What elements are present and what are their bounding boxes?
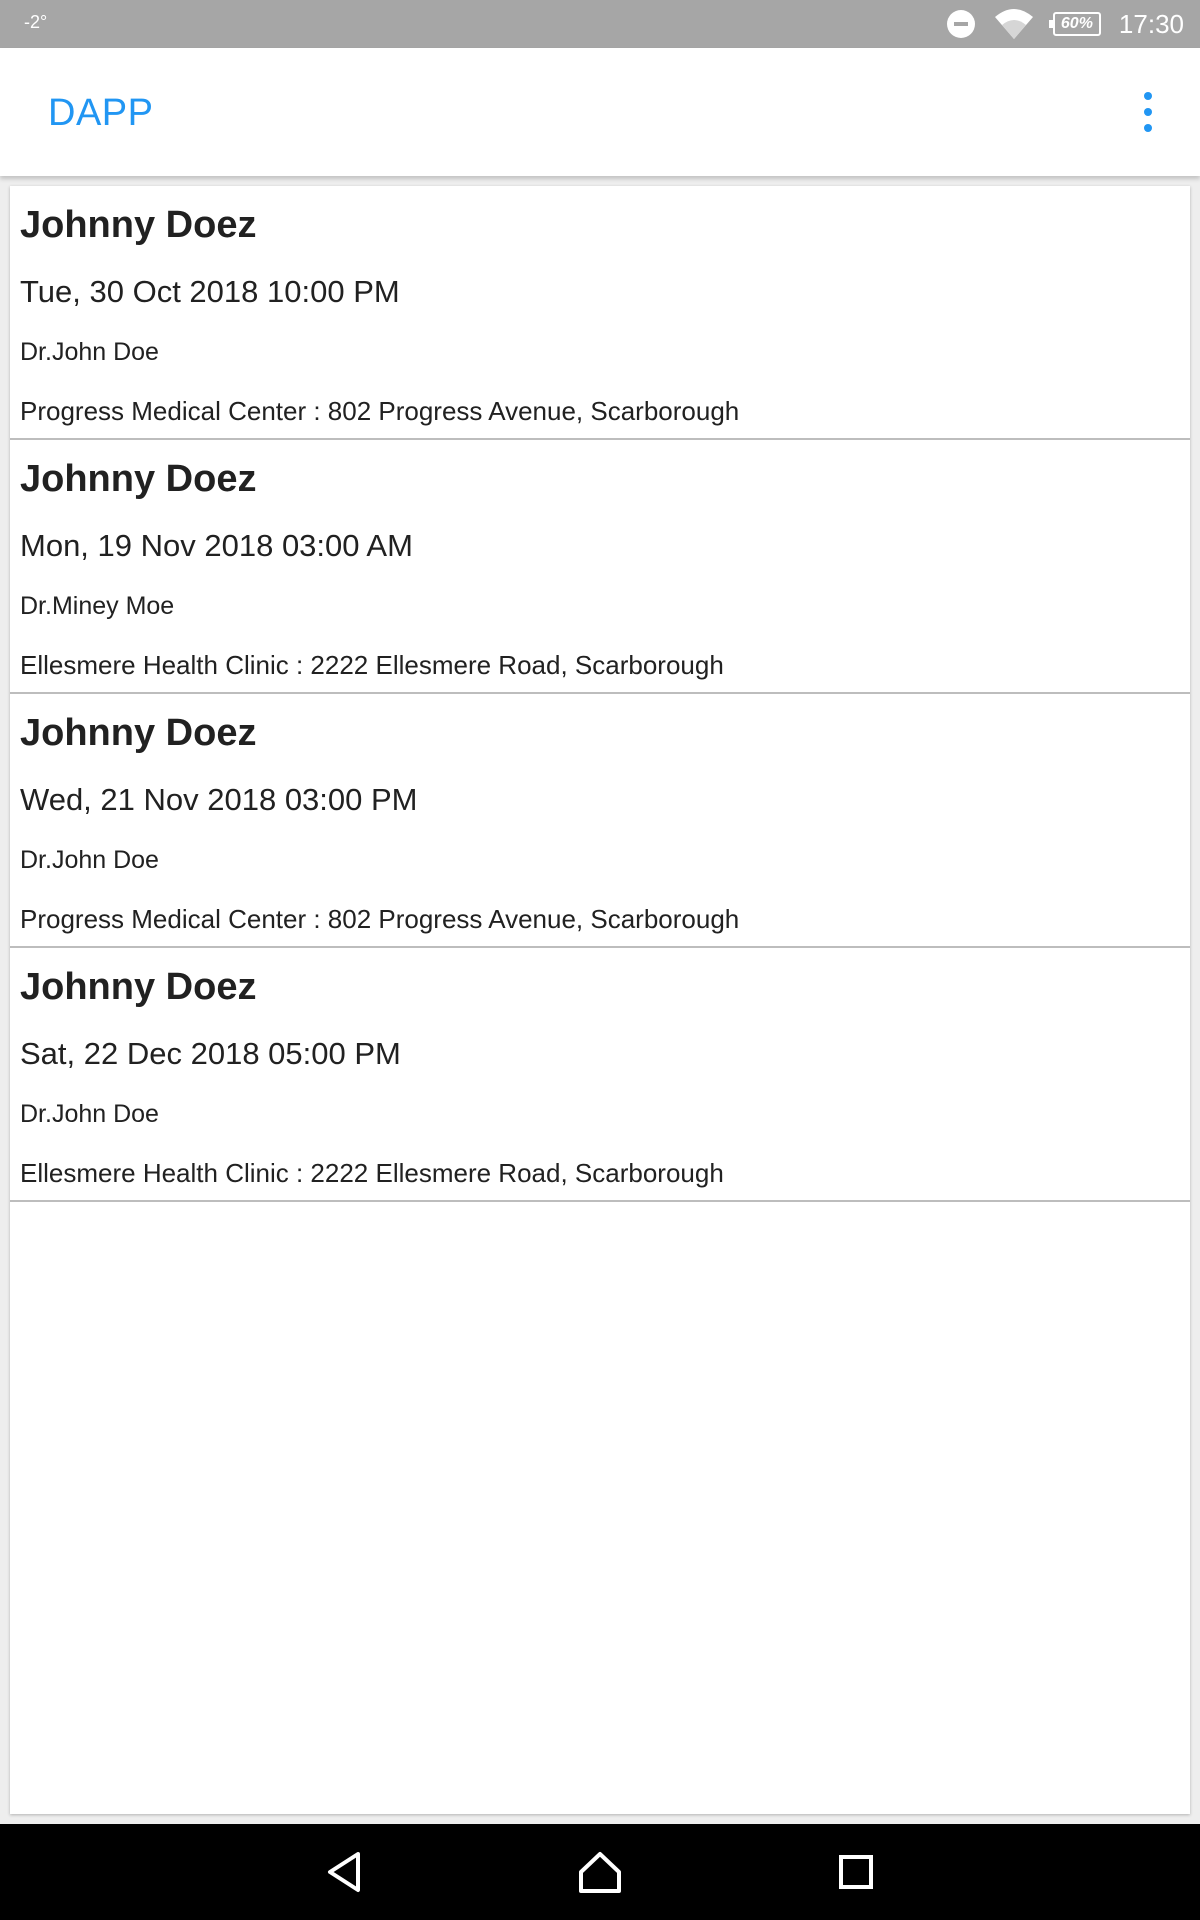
appointment-datetime: Wed, 21 Nov 2018 03:00 PM (20, 782, 418, 817)
clinic-location: Ellesmere Health Clinic : 2222 Ellesmere… (20, 650, 724, 680)
recents-icon (839, 1855, 873, 1889)
back-button[interactable] (284, 1824, 404, 1920)
home-button[interactable] (540, 1824, 660, 1920)
back-icon (328, 1852, 360, 1892)
temperature-indicator: -2° (24, 12, 48, 32)
navigation-bar (0, 1824, 1200, 1920)
battery-level: 60% (1060, 15, 1093, 32)
status-icons: 60% 17:30 (946, 0, 1184, 48)
appointment-card[interactable]: Johnny Doez Wed, 21 Nov 2018 03:00 PM Dr… (10, 694, 1190, 948)
patient-name: Johnny Doez (20, 712, 257, 754)
battery-icon: 60% (1048, 12, 1101, 36)
menu-dot (1144, 92, 1152, 100)
clinic-location: Ellesmere Health Clinic : 2222 Ellesmere… (20, 1158, 724, 1188)
appointment-card[interactable]: Johnny Doez Mon, 19 Nov 2018 03:00 AM Dr… (10, 440, 1190, 694)
appointment-datetime: Tue, 30 Oct 2018 10:00 PM (20, 274, 400, 309)
app-title: DAPP (48, 92, 154, 134)
status-bar: -2° 60% 17:30 (0, 0, 1200, 48)
clinic-location: Progress Medical Center : 802 Progress A… (20, 904, 740, 934)
menu-dot (1144, 124, 1152, 132)
doctor-name: Dr.John Doe (20, 338, 159, 366)
recents-button[interactable] (796, 1824, 916, 1920)
app-bar: DAPP (0, 48, 1200, 176)
patient-name: Johnny Doez (20, 458, 257, 500)
appointment-card[interactable]: Johnny Doez Tue, 30 Oct 2018 10:00 PM Dr… (10, 186, 1190, 440)
appointment-card[interactable]: Johnny Doez Sat, 22 Dec 2018 05:00 PM Dr… (10, 948, 1190, 1202)
wifi-icon (994, 9, 1033, 39)
doctor-name: Dr.John Doe (20, 846, 159, 874)
clinic-location: Progress Medical Center : 802 Progress A… (20, 396, 740, 426)
appointment-list[interactable]: Johnny Doez Tue, 30 Oct 2018 10:00 PM Dr… (10, 186, 1190, 1814)
doctor-name: Dr.Miney Moe (20, 592, 175, 620)
home-icon (579, 1852, 621, 1893)
do-not-disturb-icon (946, 10, 975, 38)
appointment-datetime: Sat, 22 Dec 2018 05:00 PM (20, 1036, 401, 1071)
overflow-menu-icon[interactable] (1136, 92, 1160, 132)
menu-dot (1144, 108, 1152, 116)
clock: 17:30 (1118, 8, 1184, 39)
patient-name: Johnny Doez (20, 966, 257, 1008)
appointment-datetime: Mon, 19 Nov 2018 03:00 AM (20, 528, 413, 563)
patient-name: Johnny Doez (20, 204, 257, 246)
doctor-name: Dr.John Doe (20, 1100, 159, 1128)
